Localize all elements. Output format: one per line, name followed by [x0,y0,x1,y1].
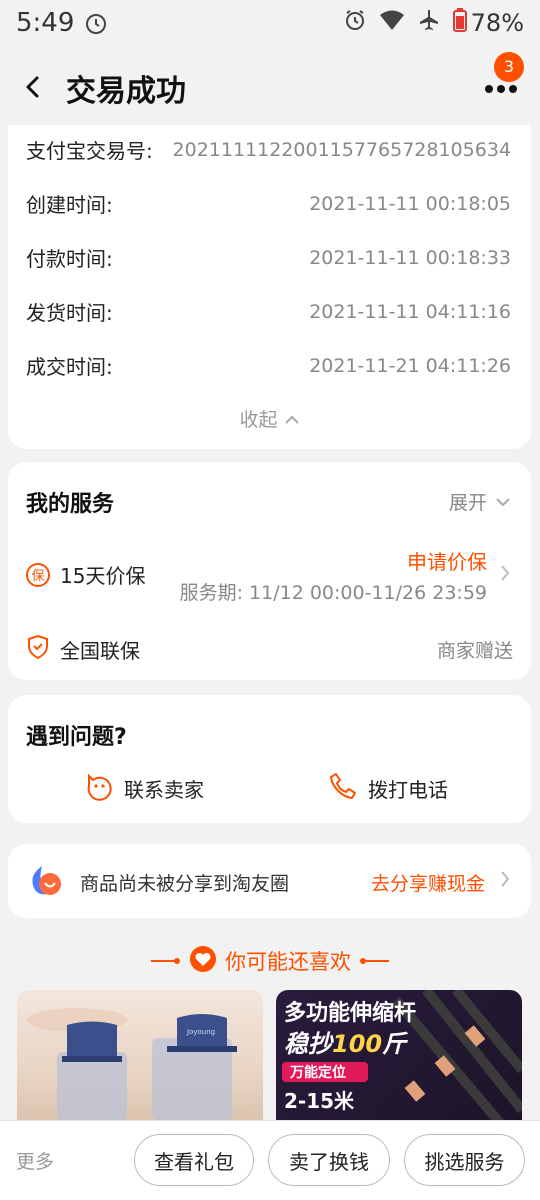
chat-face-icon [84,771,114,806]
chevron-right-icon[interactable] [499,564,511,586]
telescopic-pole-image: 多功能伸缩杆 稳抄100斤 万能定位 2-15米 [282,990,522,1130]
info-value: 2021-11-11 00:18:33 [309,246,511,269]
info-row: 付款时间: 2021-11-11 00:18:33 [26,243,511,272]
promo-tag: 万能定位 [289,1064,346,1081]
food-processor-image: Joyoung [27,1008,237,1122]
info-value: 2021-11-11 04:11:16 [309,300,511,323]
taoyou-circle-icon [28,864,64,902]
info-label: 发货时间: [26,301,113,325]
info-row: 支付宝交易号: 2021111122001157765728105634 [26,135,511,164]
problem-title: 遇到问题? [26,725,127,750]
shield-check-icon [26,634,50,665]
service-period: 服务期: 11/12 00:00-11/26 23:59 [179,582,487,604]
info-value[interactable]: 2021111122001157765728105634 [173,139,511,161]
national-warranty-item: 全国联保 [26,634,140,665]
recommend-title: 你可能还喜欢 [225,950,351,974]
collapse-label: 收起 [239,409,278,431]
decor-line-left [151,956,181,966]
info-label: 创建时间: [26,193,113,217]
price-protect-label: 15天价保 [60,564,146,588]
share-earn-link[interactable]: 去分享赚现金 [371,869,485,896]
phone-icon [328,771,358,806]
more-link[interactable]: 更多 [16,1147,54,1174]
sell-for-cash-button[interactable]: 卖了换钱 [268,1134,390,1186]
promo-line-1: 多功能伸缩杆 [284,1000,416,1026]
status-bar: 5:49 78% [0,0,540,50]
protect-badge-icon: 保 [26,562,50,587]
info-row: 成交时间: 2021-11-21 04:11:26 [26,351,511,380]
my-service-card: 我的服务 展开 保 15天价保 申请价保 服务期: 11/12 00:00-11… [8,462,531,680]
order-info-card: 支付宝交易号: 2021111122001157765728105634 创建时… [8,125,531,449]
promo-range: 2-15米 [284,1089,355,1113]
merchant-gift-note: 商家赠送 [436,640,513,662]
collapse-button[interactable]: 收起 [8,405,531,432]
select-service-button[interactable]: 挑选服务 [404,1134,525,1186]
info-value: 2021-11-11 00:18:05 [309,192,511,215]
heart-icon [189,945,217,978]
bottom-action-bar: 更多 查看礼包 卖了换钱 挑选服务 [0,1120,540,1200]
back-arrow-icon[interactable] [18,72,48,102]
airplane-icon [417,8,441,38]
contact-seller-button[interactable]: 联系卖家 [84,771,204,806]
info-value: 2021-11-21 04:11:26 [309,354,511,377]
brand-mark: Joyoung [186,1028,215,1036]
expand-label: 展开 [448,492,487,514]
chevron-up-icon [284,409,300,431]
page-title: 交易成功 [66,74,186,109]
call-phone-button[interactable]: 拨打电话 [328,771,448,806]
chevron-right-icon [499,870,511,892]
recommend-heading: 你可能还喜欢 [0,944,540,978]
battery-percent: 78% [470,9,524,37]
product-card-food-processor[interactable]: Joyoung [17,990,263,1130]
more-dots-icon[interactable] [484,80,518,93]
alarm-icon [343,8,367,38]
service-title: 我的服务 [26,492,115,517]
info-row: 创建时间: 2021-11-11 00:18:05 [26,189,511,218]
notification-badge: 3 [494,52,524,82]
chevron-down-icon [495,491,511,513]
status-time: 5:49 [16,8,75,38]
national-warranty-label: 全国联保 [60,639,140,663]
info-label: 成交时间: [26,355,113,379]
call-phone-label: 拨打电话 [368,778,448,802]
wifi-icon [379,9,405,37]
page-header: 交易成功 3 [0,50,540,130]
product-card-telescopic-pole[interactable]: 多功能伸缩杆 稳抄100斤 万能定位 2-15米 [276,990,522,1130]
share-status-text: 商品尚未被分享到淘友圈 [80,873,290,895]
info-label: 付款时间: [26,247,113,271]
battery-icon [452,8,467,38]
apply-price-protect-link[interactable]: 申请价保 [407,546,487,575]
view-gift-pack-button[interactable]: 查看礼包 [134,1134,254,1186]
share-card[interactable]: 商品尚未被分享到淘友圈 去分享赚现金 [8,844,531,918]
price-protect-item: 保 15天价保 [26,560,145,589]
contact-seller-label: 联系卖家 [124,778,204,802]
decor-line-right [359,956,389,966]
alarm-clock-icon [84,12,108,40]
info-row: 发货时间: 2021-11-11 04:11:16 [26,297,511,326]
promo-line-2: 稳抄100斤 [284,1030,408,1058]
problem-card: 遇到问题? 联系卖家 拨打电话 [8,695,531,823]
expand-button[interactable]: 展开 [449,488,511,515]
info-label: 支付宝交易号: [26,139,153,163]
